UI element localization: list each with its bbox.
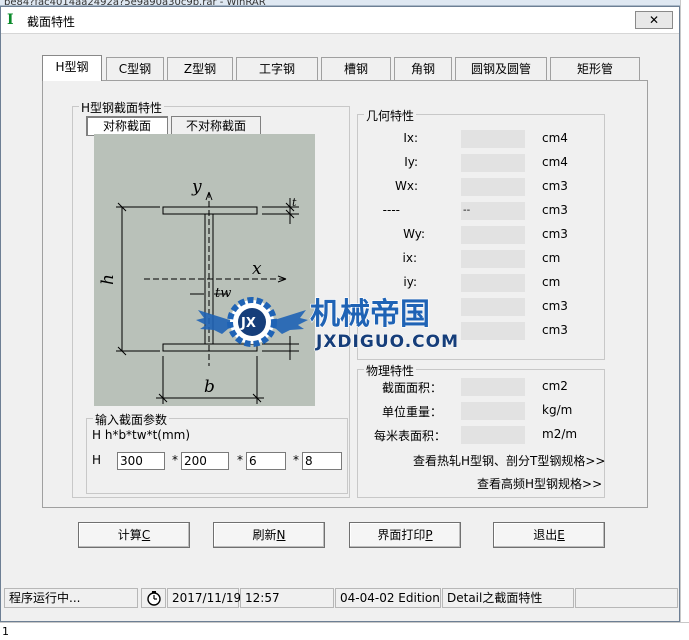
- radius-iy-label: iy:: [403, 275, 417, 289]
- height-input[interactable]: [117, 452, 165, 470]
- status-date: 2017/11/19: [167, 588, 241, 608]
- watermark-brand-en: JXDIGUO.COM: [315, 332, 459, 352]
- flange-thickness-input[interactable]: [302, 452, 342, 470]
- section-group-legend: H型钢截面特性: [79, 99, 165, 116]
- refresh-button[interactable]: 刷新N: [213, 522, 325, 548]
- h-section-diagram: y x h b t tw: [98, 177, 299, 404]
- surface-value: [461, 426, 525, 444]
- tab-h-steel[interactable]: H型钢: [42, 55, 102, 81]
- web-thickness-input[interactable]: [246, 452, 286, 470]
- ix-unit: cm4: [542, 131, 568, 145]
- area-label: 截面面积：: [381, 381, 442, 395]
- exit-label: 退出: [533, 528, 558, 542]
- wy-unit: cm3: [542, 227, 568, 241]
- refresh-label: 刷新: [252, 528, 277, 542]
- tab-round-bar-tube[interactable]: 圆钢及圆管: [455, 57, 547, 81]
- status-running: 程序运行中...: [4, 588, 138, 608]
- background-desktop-right: [680, 0, 689, 640]
- extra-unit: cm3: [542, 203, 568, 217]
- input-prefix: H: [92, 453, 102, 467]
- print-shortcut: P: [425, 528, 433, 542]
- h-dimension-label: h: [98, 274, 118, 285]
- close-button[interactable]: ✕: [635, 11, 673, 29]
- tab-rect-tube[interactable]: 矩形管: [550, 57, 640, 81]
- refresh-shortcut: N: [276, 528, 286, 542]
- wx-value: [461, 178, 525, 196]
- wx-unit: cm3: [542, 179, 568, 193]
- high-freq-spec-link[interactable]: 查看高频H型钢规格>>: [477, 475, 602, 492]
- radius-ix-unit: cm: [542, 251, 561, 265]
- physical-legend: 物理特性: [364, 362, 417, 379]
- area-value: [461, 378, 525, 396]
- tab-channel[interactable]: 槽钢: [321, 57, 391, 81]
- weight-value: [461, 402, 525, 420]
- iy-unit: cm4: [542, 155, 568, 169]
- background-text: 1: [2, 625, 9, 638]
- calculate-shortcut: C: [141, 528, 151, 542]
- weight-label: 单位重量：: [381, 405, 442, 419]
- watermark: JX 机械帝国 JXDIGUO.COM: [196, 292, 494, 353]
- status-detail: Detail之截面特性: [442, 588, 574, 608]
- top-flange: [162, 206, 258, 215]
- area-unit: cm2: [542, 379, 568, 393]
- iy-label: Iy:: [404, 155, 418, 169]
- radius-ix-value: [461, 250, 525, 268]
- app-icon: I: [7, 12, 14, 28]
- tab-z-steel[interactable]: Z型钢: [167, 57, 233, 81]
- surface-label: 每米表面积：: [373, 429, 446, 443]
- status-empty: [575, 588, 678, 608]
- calculate-label: 计算: [117, 528, 142, 542]
- extra-unit-3: cm3: [542, 323, 568, 337]
- exit-shortcut: E: [557, 528, 565, 542]
- x-axis-label: x: [252, 259, 262, 279]
- title-bar: I 截面特性 ✕: [1, 7, 679, 34]
- print-button[interactable]: 界面打印P: [349, 522, 461, 548]
- symmetric-section-toggle[interactable]: 对称截面: [86, 116, 168, 136]
- radius-ix-label: ix:: [402, 251, 417, 265]
- clock-icon-svg: [146, 591, 161, 606]
- wy-value: [461, 226, 525, 244]
- watermark-logo-text: JX: [240, 316, 256, 331]
- extra-label: ----: [382, 203, 400, 217]
- clock-icon: [141, 588, 166, 608]
- t-dimension-label: t: [292, 196, 297, 209]
- exit-button[interactable]: 退出E: [493, 522, 605, 548]
- radius-iy-unit: cm: [542, 275, 561, 289]
- width-input[interactable]: [181, 452, 229, 470]
- input-params-legend: 输入截面参数: [93, 411, 170, 428]
- status-edition: 04-04-02 Edition: [335, 588, 441, 608]
- b-dimension-label: b: [204, 377, 215, 397]
- weight-unit: kg/m: [542, 403, 573, 417]
- y-axis-label: y: [191, 177, 202, 197]
- hot-rolled-spec-link[interactable]: 查看热轧H型钢、剖分T型钢规格>>: [413, 452, 605, 469]
- iy-value: [461, 154, 525, 172]
- watermark-brand-cn: 机械帝国: [310, 297, 430, 332]
- wx-label: Wx:: [394, 179, 418, 193]
- tab-i-beam[interactable]: 工字钢: [236, 57, 318, 81]
- ix-label: Ix:: [403, 131, 418, 145]
- wy-label: Wy:: [403, 227, 425, 241]
- print-label: 界面打印: [377, 528, 426, 542]
- geometry-legend: 几何特性: [364, 107, 417, 124]
- status-time: 12:57: [240, 588, 334, 608]
- ix-value: [461, 130, 525, 148]
- separator: *: [172, 453, 178, 467]
- tab-angle[interactable]: 角钢: [394, 57, 452, 81]
- asymmetric-section-toggle[interactable]: 不对称截面: [171, 116, 261, 136]
- h-section-drawing: y x h b t tw: [94, 134, 315, 406]
- extra-value: --: [461, 202, 525, 220]
- separator: *: [293, 453, 299, 467]
- background-desktop-bottom: 1: [0, 622, 689, 640]
- tab-c-steel[interactable]: C型钢: [106, 57, 164, 81]
- section-type-tabs: H型钢 C型钢 Z型钢 工字钢 槽钢 角钢 圆钢及圆管 矩形管: [42, 55, 648, 81]
- watermark-logo: JX 机械帝国 JXDIGUO.COM: [196, 296, 459, 353]
- radius-iy-value: [461, 274, 525, 292]
- window-title: 截面特性: [27, 15, 76, 29]
- separator: *: [237, 453, 243, 467]
- input-formula: H h*b*tw*t(mm): [92, 428, 191, 442]
- status-bar: 程序运行中... 2017/11/19 12:57 04-04-02 Editi…: [0, 586, 678, 608]
- surface-unit: m2/m: [542, 427, 578, 441]
- extra-unit-2: cm3: [542, 299, 568, 313]
- calculate-button[interactable]: 计算C: [78, 522, 190, 548]
